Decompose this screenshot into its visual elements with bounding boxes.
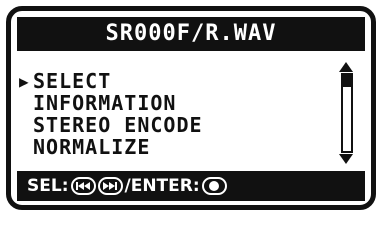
scroll-down-arrow-icon (339, 154, 353, 164)
display-frame: SR000F/R.WAV ▶SELECT ▶INFORMATION ▶STERE… (6, 6, 376, 210)
menu-list: ▶SELECT ▶INFORMATION ▶STEREO ENCODE ▶NOR… (19, 71, 329, 161)
scroll-thumb (343, 75, 351, 87)
scroll-up-arrow-icon (339, 62, 353, 72)
menu-item-normalize[interactable]: ▶NORMALIZE (19, 137, 150, 157)
scroll-track (341, 73, 353, 153)
record-icon (209, 181, 220, 191)
rewind-key (70, 177, 96, 195)
footer-bar: SEL: /ENTER: (17, 171, 365, 201)
menu-item-select[interactable]: ▶ SELECT (19, 71, 111, 91)
menu-item-information[interactable]: ▶INFORMATION (19, 93, 176, 113)
enter-hint-label: /ENTER: (124, 176, 200, 196)
menu-item-label: INFORMATION (33, 91, 177, 115)
select-hint-label: SEL: (27, 176, 69, 196)
fast-forward-key (97, 177, 123, 195)
record-key (201, 177, 227, 195)
title-bar: SR000F/R.WAV (17, 17, 365, 51)
scrollbar[interactable] (336, 61, 356, 165)
menu-item-label: STEREO ENCODE (33, 113, 203, 137)
footer-hints: SEL: /ENTER: (27, 171, 227, 201)
menu-item-label: SELECT (33, 69, 112, 93)
file-title: SR000F/R.WAV (105, 21, 277, 46)
menu-item-stereo-encode[interactable]: ▶STEREO ENCODE (19, 115, 203, 135)
lcd-screen: SR000F/R.WAV ▶SELECT ▶INFORMATION ▶STERE… (0, 0, 379, 215)
selection-cursor-icon: ▶ (19, 72, 30, 91)
rewind-icon (76, 182, 90, 190)
fast-forward-icon (103, 182, 117, 190)
menu-item-label: NORMALIZE (33, 135, 151, 159)
